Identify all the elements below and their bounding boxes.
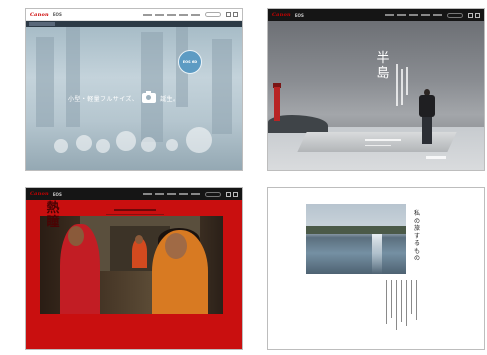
text-column [401, 69, 403, 105]
site-header: Canon EOS [26, 188, 242, 200]
site-sub-logo[interactable]: EOS [295, 13, 304, 18]
nav-links[interactable] [143, 13, 200, 16]
camera-icon [142, 91, 157, 103]
text-column [406, 280, 407, 326]
thumbnail-peninsula[interactable]: Canon EOS 半島 [267, 8, 485, 171]
close-icon[interactable] [233, 191, 238, 197]
search-icon[interactable] [205, 191, 221, 197]
site-header: Canon EOS [26, 9, 242, 21]
thumbnail-camera-launch[interactable]: Canon EOS EOS 6D 小型・軽量フルサイズ、 誕生。 [25, 8, 243, 171]
close-icon[interactable] [233, 12, 238, 17]
brand-logo[interactable]: Canon [30, 12, 49, 18]
brand-logo[interactable]: Canon [272, 12, 291, 18]
caption-line [365, 145, 391, 146]
lake-photo [306, 204, 406, 274]
tagline-text-end: 誕生。 [160, 95, 180, 103]
tagline-text: 小型・軽量フルサイズ、 [68, 95, 139, 103]
site-header: Canon EOS [268, 9, 484, 21]
sub-navigation [26, 21, 242, 27]
site-sub-logo[interactable]: EOS [53, 12, 62, 17]
sub-nav-tab[interactable] [29, 22, 55, 26]
text-column [386, 280, 387, 324]
nav-links[interactable] [385, 14, 442, 16]
site-sub-logo[interactable]: EOS [53, 192, 62, 197]
lighthouse [274, 87, 280, 121]
text-column [416, 280, 417, 320]
text-column [401, 280, 402, 322]
menu-icon[interactable] [468, 12, 473, 18]
text-column [391, 280, 392, 318]
feature-photo [40, 216, 223, 314]
nav-links[interactable] [143, 193, 200, 195]
essay-title: 私の旅するもの [413, 210, 420, 262]
menu-icon[interactable] [226, 12, 231, 17]
product-badge[interactable]: EOS 6D [178, 50, 202, 74]
section-heading [114, 209, 156, 211]
calligraphy-title: 熱瞳 [46, 201, 60, 230]
caption-line [365, 139, 401, 141]
search-icon[interactable] [447, 12, 463, 18]
menu-icon[interactable] [226, 191, 231, 197]
text-column [396, 64, 398, 106]
more-link[interactable] [426, 156, 446, 159]
text-column [396, 280, 397, 330]
photographer-figure [418, 89, 436, 144]
close-icon[interactable] [475, 12, 480, 18]
hero-tagline: 小型・軽量フルサイズ、 誕生。 [68, 91, 180, 103]
text-column [406, 67, 408, 95]
search-icon[interactable] [205, 12, 221, 17]
story-title: 半島 [376, 51, 390, 81]
brand-logo[interactable]: Canon [30, 191, 49, 197]
text-column [411, 280, 412, 314]
thumbnail-travel-essay[interactable]: 私の旅するもの [267, 187, 485, 350]
section-subheading [106, 214, 164, 215]
thumbnail-portrait-story[interactable]: Canon EOS 熱瞳 [25, 187, 243, 350]
